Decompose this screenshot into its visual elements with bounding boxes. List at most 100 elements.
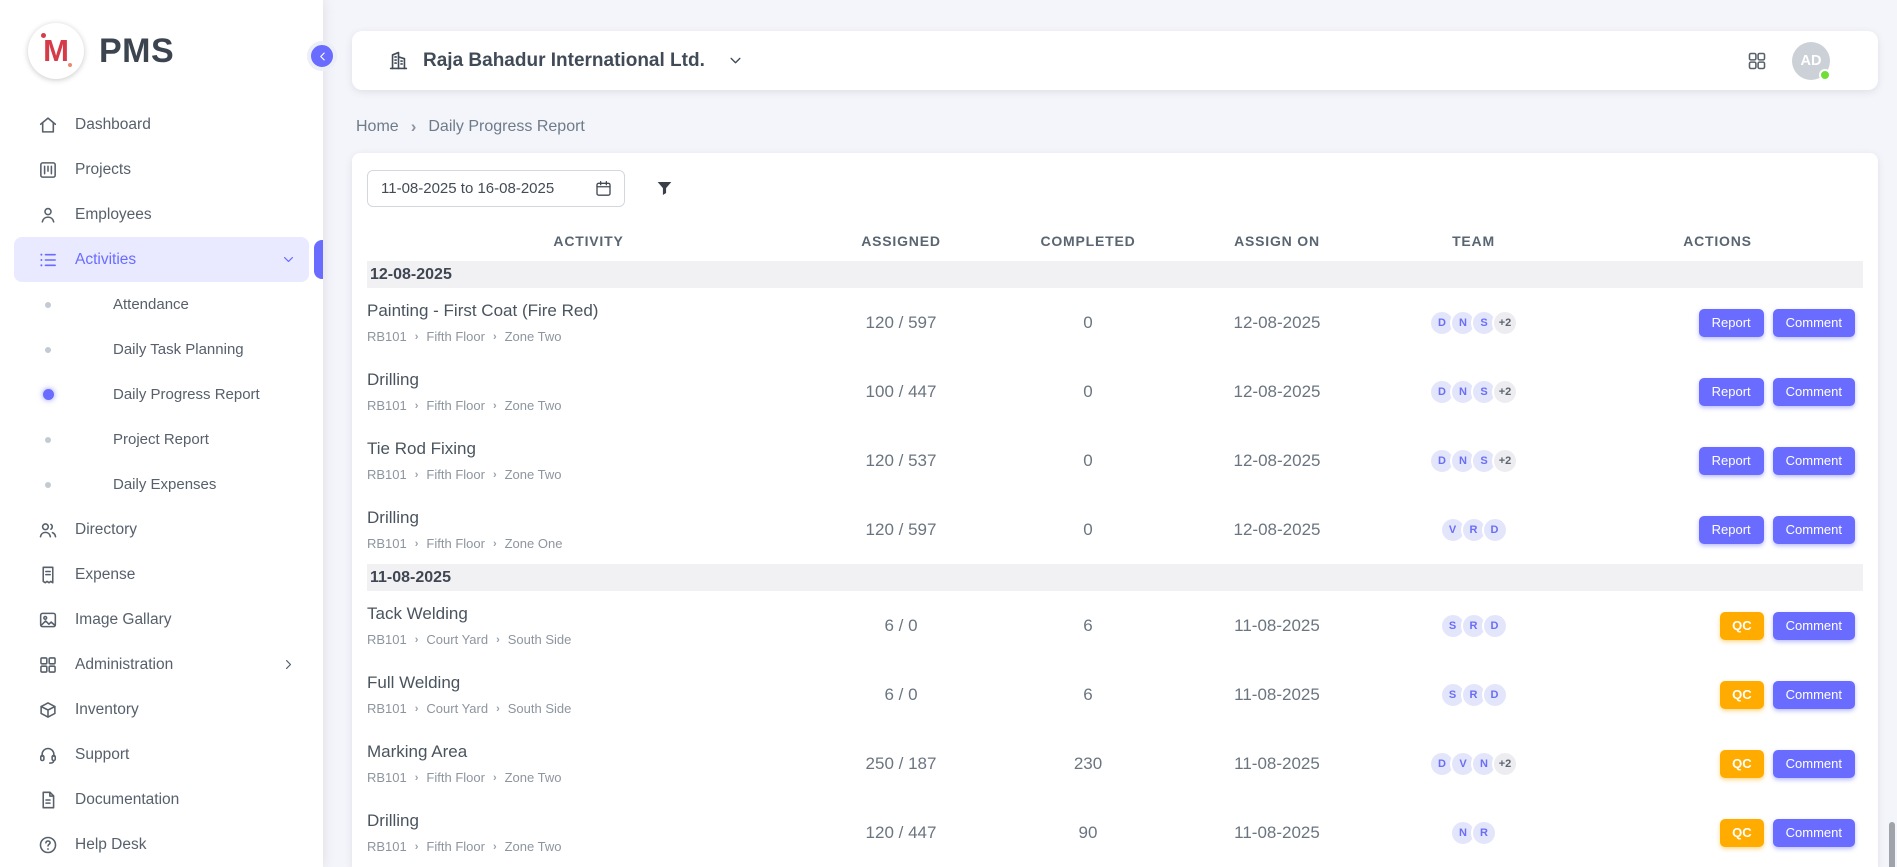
activity-cell: DrillingRB101›Fifth Floor›Zone One bbox=[367, 508, 810, 551]
breadcrumb-home[interactable]: Home bbox=[356, 118, 399, 136]
group-date: 11-08-2025 bbox=[370, 569, 451, 587]
comment-button[interactable]: Comment bbox=[1773, 309, 1855, 337]
assign-on-value: 11-08-2025 bbox=[1184, 754, 1370, 774]
sidebar-item-label: Expense bbox=[75, 566, 135, 584]
path-separator-icon: › bbox=[415, 703, 419, 715]
path-segment: RB101 bbox=[367, 701, 407, 716]
sidebar-item-administration[interactable]: Administration bbox=[14, 642, 309, 687]
actions-cell: QC Comment bbox=[1577, 612, 1858, 640]
report-button[interactable]: Report bbox=[1699, 447, 1764, 475]
sidebar-subitem-label: Daily Progress Report bbox=[113, 386, 260, 403]
path-segment: Zone Two bbox=[505, 770, 562, 785]
apps-grid-icon[interactable] bbox=[1746, 50, 1768, 72]
assigned-value: 120 / 447 bbox=[810, 823, 992, 843]
path-separator-icon: › bbox=[493, 331, 497, 343]
comment-button[interactable]: Comment bbox=[1773, 819, 1855, 847]
date-range-value: 11-08-2025 to 16-08-2025 bbox=[381, 180, 554, 197]
report-card: 11-08-2025 to 16-08-2025 ACTIVITYASSIGNE… bbox=[352, 153, 1878, 867]
active-indicator bbox=[314, 240, 323, 279]
filter-icon[interactable] bbox=[654, 178, 675, 199]
sidebar-item-directory[interactable]: Directory bbox=[14, 507, 309, 552]
page-scrollbar[interactable] bbox=[1889, 822, 1895, 867]
path-segment: South Side bbox=[508, 632, 572, 647]
column-header-completed: COMPLETED bbox=[992, 233, 1184, 249]
comment-button[interactable]: Comment bbox=[1773, 447, 1855, 475]
sidebar-item-support[interactable]: Support bbox=[14, 732, 309, 777]
assign-on-value: 12-08-2025 bbox=[1184, 313, 1370, 333]
path-separator-icon: › bbox=[415, 841, 419, 853]
team-cell: VRD bbox=[1370, 517, 1577, 543]
logo-letter: M bbox=[43, 33, 69, 69]
activity-cell: DrillingRB101›Fifth Floor›Zone Two bbox=[367, 370, 810, 413]
sidebar-item-label: Documentation bbox=[75, 791, 179, 809]
path-separator-icon: › bbox=[493, 538, 497, 550]
actions-cell: QC Comment bbox=[1577, 819, 1858, 847]
qc-button[interactable]: QC bbox=[1720, 681, 1764, 709]
date-range-input[interactable]: 11-08-2025 to 16-08-2025 bbox=[367, 170, 625, 207]
sidebar-item-image-gallary[interactable]: Image Gallary bbox=[14, 597, 309, 642]
path-segment: Fifth Floor bbox=[426, 770, 485, 785]
sidebar-item-projects[interactable]: Projects bbox=[14, 147, 309, 192]
qc-button[interactable]: QC bbox=[1720, 819, 1764, 847]
sidebar-item-label: Activities bbox=[75, 251, 136, 269]
sidebar-collapse-button[interactable] bbox=[307, 41, 337, 71]
sidebar-subitem-attendance[interactable]: Attendance bbox=[14, 282, 309, 327]
comment-button[interactable]: Comment bbox=[1773, 681, 1855, 709]
user-avatar[interactable]: AD bbox=[1792, 42, 1830, 80]
path-segment: Zone Two bbox=[505, 329, 562, 344]
sidebar-item-inventory[interactable]: Inventory bbox=[14, 687, 309, 732]
qc-button[interactable]: QC bbox=[1720, 750, 1764, 778]
activity-name: Tie Rod Fixing bbox=[367, 439, 810, 459]
breadcrumb: Home › Daily Progress Report bbox=[356, 117, 1878, 136]
group-date: 12-08-2025 bbox=[370, 266, 452, 284]
sidebar-item-documentation[interactable]: Documentation bbox=[14, 777, 309, 822]
sidebar-subitem-daily-expenses[interactable]: Daily Expenses bbox=[14, 462, 309, 507]
comment-button[interactable]: Comment bbox=[1773, 378, 1855, 406]
sidebar-subitem-daily-progress-report[interactable]: Daily Progress Report bbox=[14, 372, 309, 417]
completed-value: 0 bbox=[992, 520, 1184, 540]
path-segment: RB101 bbox=[367, 467, 407, 482]
support-icon bbox=[37, 744, 59, 766]
team-cell: DNS+2 bbox=[1370, 448, 1577, 474]
completed-value: 6 bbox=[992, 685, 1184, 705]
actions-cell: Report Comment bbox=[1577, 447, 1858, 475]
comment-button[interactable]: Comment bbox=[1773, 612, 1855, 640]
path-separator-icon: › bbox=[415, 331, 419, 343]
completed-value: 6 bbox=[992, 616, 1184, 636]
sidebar-item-employees[interactable]: Employees bbox=[14, 192, 309, 237]
assigned-value: 6 / 0 bbox=[810, 685, 992, 705]
path-separator-icon: › bbox=[415, 538, 419, 550]
sidebar-item-dashboard[interactable]: Dashboard bbox=[14, 102, 309, 147]
comment-button[interactable]: Comment bbox=[1773, 516, 1855, 544]
comment-button[interactable]: Comment bbox=[1773, 750, 1855, 778]
activity-name: Tack Welding bbox=[367, 604, 810, 624]
sidebar-subitem-daily-task-planning[interactable]: Daily Task Planning bbox=[14, 327, 309, 372]
activity-cell: Tack WeldingRB101›Court Yard›South Side bbox=[367, 604, 810, 647]
path-separator-icon: › bbox=[493, 469, 497, 481]
bullet-icon bbox=[42, 302, 54, 308]
team-more-badge: +2 bbox=[1492, 751, 1518, 777]
report-button[interactable]: Report bbox=[1699, 309, 1764, 337]
path-segment: RB101 bbox=[367, 770, 407, 785]
sidebar-subitem-project-report[interactable]: Project Report bbox=[14, 417, 309, 462]
group-date-row: 11-08-2025 bbox=[367, 564, 1863, 591]
company-selector[interactable]: Raja Bahadur International Ltd. bbox=[387, 49, 745, 72]
team-more-badge: +2 bbox=[1492, 448, 1518, 474]
activity-cell: DrillingRB101›Fifth Floor›Zone Two bbox=[367, 811, 810, 854]
bullet-icon bbox=[42, 437, 54, 443]
path-segment: RB101 bbox=[367, 398, 407, 413]
path-segment: RB101 bbox=[367, 632, 407, 647]
sidebar-item-expense[interactable]: Expense bbox=[14, 552, 309, 597]
sidebar-subitem-label: Daily Expenses bbox=[113, 476, 216, 493]
sidebar-item-activities[interactable]: Activities bbox=[14, 237, 309, 282]
activity-name: Full Welding bbox=[367, 673, 810, 693]
path-segment: Zone Two bbox=[505, 839, 562, 854]
topbar-actions: AD bbox=[1746, 42, 1830, 80]
qc-button[interactable]: QC bbox=[1720, 612, 1764, 640]
report-button[interactable]: Report bbox=[1699, 378, 1764, 406]
path-segment: South Side bbox=[508, 701, 572, 716]
report-button[interactable]: Report bbox=[1699, 516, 1764, 544]
sidebar-item-help-desk[interactable]: Help Desk bbox=[14, 822, 309, 867]
actions-cell: QC Comment bbox=[1577, 681, 1858, 709]
column-header-assign-on: ASSIGN ON bbox=[1184, 233, 1370, 249]
